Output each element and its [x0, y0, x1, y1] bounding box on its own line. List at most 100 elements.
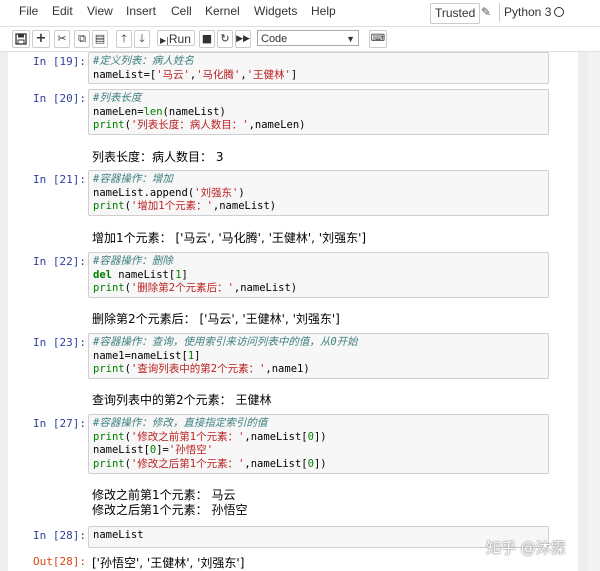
cell-output: 增加1个元素： ['马云', '马化腾', '王健林', '刘强东'] [92, 231, 367, 245]
cell-output: 删除第2个元素后： ['马云', '王健林', '刘强东'] [92, 312, 340, 326]
pencil-icon[interactable]: ✎ [481, 5, 491, 19]
code-token: print [93, 282, 125, 294]
code-line: del nameList[1] [93, 269, 544, 283]
code-token: #容器操作：查询，使用索引来访问列表中的值，从0开始 [93, 336, 358, 348]
code-token: ,nameList[ [244, 457, 308, 470]
code-token: #容器操作：增加 [93, 173, 173, 185]
code-token: '修改之后第1个元素：' [130, 457, 245, 470]
run-label: Run [168, 32, 191, 46]
code-token: ,nameLen) [248, 119, 306, 131]
code-line: nameList.append('刘强东') [93, 187, 544, 201]
chevron-down-icon: ▼ [346, 34, 355, 44]
paste-icon[interactable]: ▤ [92, 30, 108, 48]
code-input[interactable]: #定义列表：病人姓名 nameList=['马云','马化腾','王健林'] [88, 52, 549, 84]
code-token: nameList [93, 529, 144, 541]
code-token: #定义列表：病人姓名 [93, 55, 194, 67]
code-line: print('修改之前第1个元素：',nameList[0]) [93, 431, 544, 445]
code-input[interactable]: #列表长度 nameLen=len(nameList) print('列表长度：病人… [88, 89, 549, 135]
code-token: '列表长度：病人数目：' [130, 119, 249, 131]
code-token: ] [290, 68, 298, 81]
run-button[interactable]: ▶|Run [157, 30, 195, 46]
code-line: nameList[0]='孙悟空' [93, 444, 544, 458]
add-cell-icon[interactable]: + [32, 30, 50, 48]
menu-insert[interactable]: Insert [126, 4, 156, 18]
code-input[interactable]: #容器操作：增加 nameList.append('刘强东') print('增加1… [88, 170, 549, 216]
code-line: nameList=['马云','马化腾','王健林'] [93, 69, 544, 83]
menu-view[interactable]: View [87, 4, 113, 18]
code-line: #容器操作：查询，使用索引来访问列表中的值，从0开始 [93, 336, 544, 350]
code-line: print('删除第2个元素后：',nameList) [93, 282, 544, 296]
code-token: ,name1) [265, 363, 310, 375]
code-token: '刘强东' [194, 186, 239, 199]
cell-output: 列表长度：病人数目： 3 [92, 150, 224, 164]
code-token: print [93, 430, 125, 443]
move-down-icon[interactable]: 🡓 [134, 30, 150, 48]
kernel-name[interactable]: Python 3 [499, 3, 555, 22]
code-token: print [93, 200, 125, 212]
cell-type-select[interactable]: Code ▼ [257, 30, 359, 46]
code-token: ,nameList[ [244, 430, 308, 443]
code-line: #定义列表：病人姓名 [93, 55, 544, 69]
fast-forward-icon[interactable]: ▶▶ [235, 30, 251, 48]
watermark: 知乎 @沐霂 [486, 539, 566, 557]
input-prompt: In [21]: [33, 173, 86, 186]
output-prompt: Out[28]: [33, 555, 86, 568]
code-token: '孙悟空' [168, 444, 214, 456]
save-icon[interactable] [12, 30, 30, 48]
menu-widgets[interactable]: Widgets [254, 4, 297, 18]
code-input[interactable]: #容器操作：删除 del nameList[1] print('删除第2个元素后：'… [88, 252, 549, 298]
code-token: ]) [313, 430, 327, 443]
trusted-badge[interactable]: Trusted [430, 3, 481, 24]
input-prompt: In [22]: [33, 255, 86, 268]
code-line: nameList [93, 529, 544, 543]
code-token: nameList[ [93, 444, 150, 456]
code-line: #容器操作：增加 [93, 173, 544, 187]
code-token: '删除第2个元素后：' [130, 282, 234, 294]
cell-output: ['孙悟空', '王健林', '刘强东'] [92, 556, 245, 570]
code-token: nameList.append( [93, 186, 195, 199]
menu-file[interactable]: File [19, 4, 38, 18]
copy-icon[interactable]: ⧉ [74, 30, 90, 48]
code-token: print [93, 119, 125, 131]
restart-icon[interactable]: ↻ [217, 30, 233, 48]
menu-cell[interactable]: Cell [171, 4, 192, 18]
code-line: print('列表长度：病人数目：',nameLen) [93, 119, 544, 133]
kernel-status-icon [554, 7, 564, 17]
code-token: ]= [156, 444, 169, 456]
code-input[interactable]: #容器操作：查询，使用索引来访问列表中的值，从0开始 name1=nameList… [88, 333, 549, 379]
code-line: name1=nameList[1] [93, 350, 544, 364]
menu-help[interactable]: Help [311, 4, 336, 18]
code-token: '查询列表中的第2个元素：' [130, 363, 266, 375]
code-token: len [143, 105, 163, 118]
code-line: #列表长度 [93, 92, 544, 106]
stop-icon[interactable]: ■ [199, 30, 215, 48]
input-prompt: In [20]: [33, 92, 86, 105]
keyboard-icon[interactable]: ⌨ [369, 30, 387, 48]
code-line: print('修改之后第1个元素：',nameList[0]) [93, 458, 544, 472]
code-token: '马云' [156, 68, 190, 81]
code-token: print [93, 363, 125, 375]
code-token: ,nameList) [212, 200, 277, 212]
code-token: ] [181, 268, 188, 281]
menu-kernel[interactable]: Kernel [205, 4, 240, 18]
code-token: '修改之前第1个元素：' [130, 430, 245, 443]
code-token: #容器操作：修改，直接指定索引的值 [93, 417, 268, 429]
code-token: nameLen= [93, 105, 144, 118]
code-token: '王健林' [246, 68, 291, 81]
code-line: print('查询列表中的第2个元素：',name1) [93, 363, 544, 377]
code-token: del [93, 268, 112, 281]
menu-edit[interactable]: Edit [52, 4, 73, 18]
scrollbar[interactable] [588, 52, 600, 571]
code-token: '马化腾' [196, 68, 241, 81]
code-token: ] [194, 349, 201, 362]
code-input[interactable]: nameList [88, 526, 549, 548]
code-token: #容器操作：删除 [93, 255, 173, 267]
code-token: name1=nameList[ [93, 349, 188, 362]
cut-icon[interactable]: ✂ [54, 30, 70, 48]
notebook-container: In [19]: #定义列表：病人姓名 nameList=['马云','马化腾','… [8, 52, 578, 571]
menu-bar: File Edit View Insert Cell Kernel Widget… [0, 0, 600, 27]
cell-output: 查询列表中的第2个元素： 王健林 [92, 393, 272, 407]
code-input[interactable]: #容器操作：修改，直接指定索引的值 print('修改之前第1个元素：',name… [88, 414, 549, 474]
move-up-icon[interactable]: 🡑 [116, 30, 132, 48]
code-token: ) [238, 186, 245, 199]
